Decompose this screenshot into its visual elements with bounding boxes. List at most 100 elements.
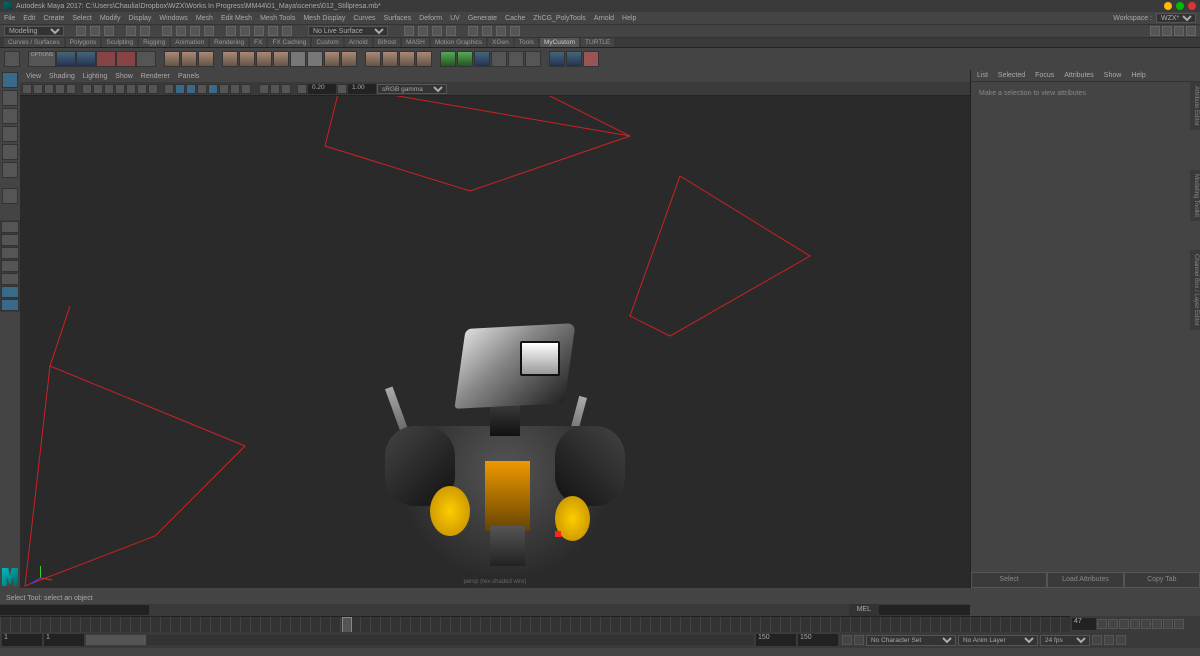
attr-tab-focus[interactable]: Focus xyxy=(1035,72,1054,79)
range-handle[interactable] xyxy=(86,635,146,645)
construction-history-icon[interactable] xyxy=(404,26,414,36)
command-lang-label[interactable]: MEL xyxy=(849,604,879,616)
insert-edge-icon[interactable] xyxy=(508,51,524,67)
viewport-canvas[interactable]: persp (tex-shaded wire) xyxy=(20,96,970,588)
time-cursor[interactable] xyxy=(342,617,352,633)
extrude-icon[interactable] xyxy=(365,51,381,67)
current-frame-field[interactable]: 47 xyxy=(1072,618,1096,630)
separate-icon[interactable] xyxy=(239,51,255,67)
minimize-icon[interactable] xyxy=(1164,2,1172,10)
combine-icon[interactable] xyxy=(222,51,238,67)
vp-grease-icon[interactable] xyxy=(66,84,76,94)
shelf-tab-mash[interactable]: MASH xyxy=(402,38,429,47)
play-fwd-icon[interactable] xyxy=(1141,619,1151,629)
vp-menu-view[interactable]: View xyxy=(26,73,41,80)
grid-icon1[interactable] xyxy=(290,51,306,67)
loop-icon[interactable] xyxy=(1092,635,1102,645)
layout-two-h-icon[interactable] xyxy=(1,247,19,259)
vp-menu-lighting[interactable]: Lighting xyxy=(83,73,108,80)
vp-aa-icon[interactable] xyxy=(241,84,251,94)
vp-select-camera-icon[interactable] xyxy=(22,84,32,94)
collapse-icon[interactable] xyxy=(416,51,432,67)
menu-curves[interactable]: Curves xyxy=(353,15,375,22)
snap-grid-icon[interactable] xyxy=(226,26,236,36)
vp-ao-icon[interactable] xyxy=(219,84,229,94)
vp-xray-joints-icon[interactable] xyxy=(281,84,291,94)
snap-point-icon[interactable] xyxy=(254,26,264,36)
vp-shadows-icon[interactable] xyxy=(208,84,218,94)
vp-gate-mask-icon[interactable] xyxy=(115,84,125,94)
render-icon[interactable] xyxy=(418,26,428,36)
redo-icon[interactable] xyxy=(140,26,150,36)
step-fwd-icon[interactable] xyxy=(1152,619,1162,629)
undo-icon[interactable] xyxy=(126,26,136,36)
shelf-tab-motion-graphics[interactable]: Motion Graphics xyxy=(431,38,486,47)
vp-2d-pan-icon[interactable] xyxy=(55,84,65,94)
snap-curve-icon[interactable] xyxy=(240,26,250,36)
vp-menu-panels[interactable]: Panels xyxy=(178,73,199,80)
playback-next-icon[interactable] xyxy=(510,26,520,36)
scale-tool[interactable] xyxy=(2,162,18,178)
animlayer-select[interactable]: No Anim Layer xyxy=(958,635,1038,646)
lasso-tool[interactable] xyxy=(2,90,18,106)
menu-zhcg_polytools[interactable]: ZhCG_PolyTools xyxy=(533,15,586,22)
shelf-tab-turtle[interactable]: TURTLE xyxy=(581,38,614,47)
attr-copy-button[interactable]: Copy Tab xyxy=(1124,572,1200,588)
menu-arnold[interactable]: Arnold xyxy=(594,15,614,22)
shelf-gray1-icon[interactable] xyxy=(136,51,156,67)
close-icon[interactable] xyxy=(1188,2,1196,10)
vp-exposure-value[interactable]: 0.20 xyxy=(308,84,336,94)
vp-colorspace-select[interactable]: sRGB gamma xyxy=(377,84,447,94)
vp-grid-icon[interactable] xyxy=(82,84,92,94)
robot-model[interactable] xyxy=(390,326,620,586)
select-mode-icon[interactable] xyxy=(162,26,172,36)
vp-shaded-icon[interactable] xyxy=(175,84,185,94)
prefs-icon[interactable] xyxy=(1116,635,1126,645)
render-shelf-icon[interactable] xyxy=(583,51,599,67)
shelf-tab-arnold[interactable]: Arnold xyxy=(345,38,372,47)
vp-menu-renderer[interactable]: Renderer xyxy=(141,73,170,80)
poly-sphere-icon[interactable] xyxy=(181,51,197,67)
range-end-inner[interactable]: 150 xyxy=(756,634,796,646)
menu-display[interactable]: Display xyxy=(128,15,151,22)
menu-modify[interactable]: Modify xyxy=(100,15,121,22)
shelf-red1-icon[interactable] xyxy=(96,51,116,67)
side-tab-modeling-toolkit[interactable]: Modeling Toolkit xyxy=(1190,170,1200,221)
attr-tab-selected[interactable]: Selected xyxy=(998,72,1025,79)
vp-field-chart-icon[interactable] xyxy=(126,84,136,94)
side-tab-attribute-editor[interactable]: Attribute Editor xyxy=(1190,82,1200,130)
attr-tab-show[interactable]: Show xyxy=(1104,72,1122,79)
shelf-extra-row1-icon[interactable] xyxy=(4,51,20,67)
menu-cache[interactable]: Cache xyxy=(505,15,525,22)
range-start-outer[interactable]: 1 xyxy=(2,634,42,646)
sound-icon[interactable] xyxy=(1104,635,1114,645)
sculpt-icon[interactable] xyxy=(457,51,473,67)
layout-two-v-icon[interactable] xyxy=(1,260,19,272)
select-hier-icon[interactable] xyxy=(176,26,186,36)
shelf-tab-polygons[interactable]: Polygons xyxy=(66,38,101,47)
go-end-icon[interactable] xyxy=(1174,619,1184,629)
menu-uv[interactable]: UV xyxy=(450,15,460,22)
shelf-blue1-icon[interactable] xyxy=(56,51,76,67)
panel-toggle-3-icon[interactable] xyxy=(1174,26,1184,36)
attr-tab-help[interactable]: Help xyxy=(1131,72,1145,79)
mode-select[interactable]: Modeling xyxy=(4,26,64,36)
menu-edit-mesh[interactable]: Edit Mesh xyxy=(221,15,252,22)
step-fwd-key-icon[interactable] xyxy=(1163,619,1173,629)
attr-tab-attributes[interactable]: Attributes xyxy=(1064,72,1094,79)
vp-exposure-icon[interactable] xyxy=(297,84,307,94)
vp-isolate-icon[interactable] xyxy=(259,84,269,94)
vp-textured-icon[interactable] xyxy=(186,84,196,94)
select-object-icon[interactable] xyxy=(190,26,200,36)
command-input[interactable] xyxy=(0,605,149,615)
menu-file[interactable]: File xyxy=(4,15,15,22)
shelf-tab-curves-surfaces[interactable]: Curves / Surfaces xyxy=(4,38,64,47)
layout-three-icon[interactable] xyxy=(1,273,19,285)
save-scene-icon[interactable] xyxy=(104,26,114,36)
bevel-icon[interactable] xyxy=(324,51,340,67)
vp-lights-icon[interactable] xyxy=(197,84,207,94)
shelf-tab-tools[interactable]: Tools xyxy=(515,38,538,47)
shelf-tab-bifrost[interactable]: Bifrost xyxy=(374,38,400,47)
vp-bookmark-icon[interactable] xyxy=(33,84,43,94)
menu-help[interactable]: Help xyxy=(622,15,636,22)
